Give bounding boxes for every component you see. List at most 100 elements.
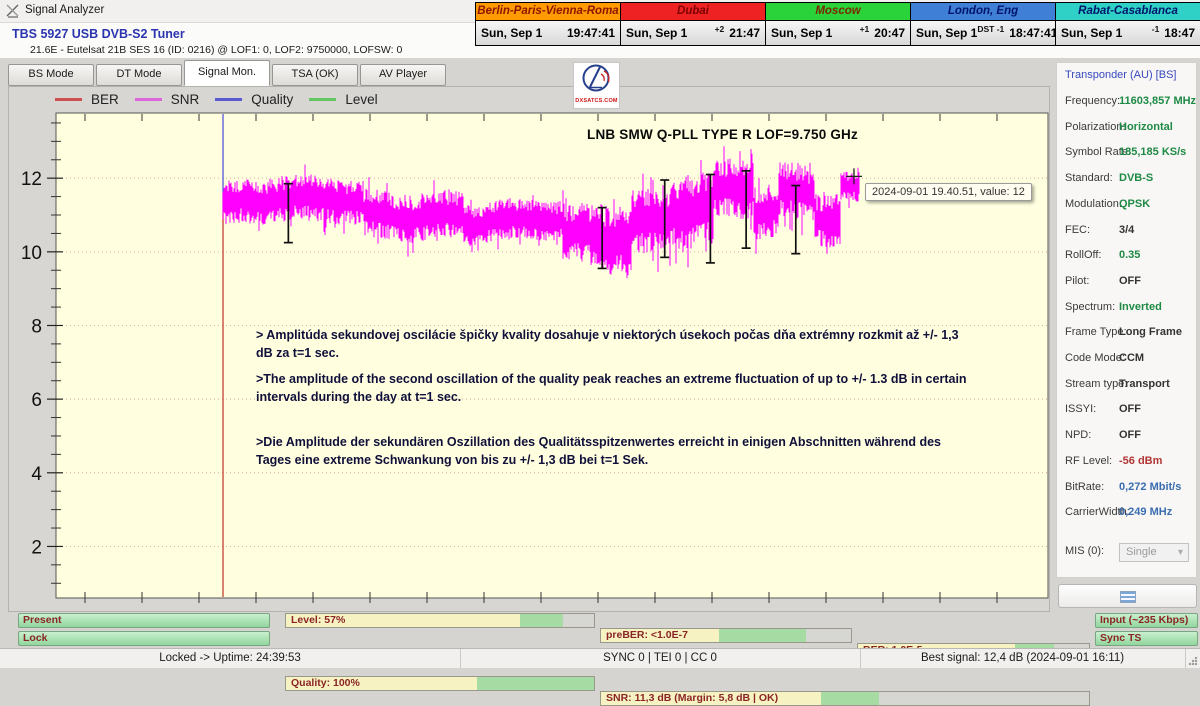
satellite-dish-icon bbox=[579, 63, 615, 96]
clock-city-label: Berlin-Paris-Vienna-Roma bbox=[476, 3, 620, 21]
status-badge-present: Present bbox=[18, 613, 270, 628]
clock-body: Sun, Sep 1DST -118:47:41 bbox=[911, 21, 1055, 45]
tab-tsa-ok[interactable]: TSA (OK) bbox=[272, 64, 358, 86]
meter-label: preBER: <1.0E-7 bbox=[606, 629, 688, 642]
status-badge-input-235-kbps: Input (~235 Kbps) bbox=[1095, 613, 1198, 628]
svg-text:12: 12 bbox=[21, 169, 42, 190]
meter-label: SNR: 11,3 dB (Margin: 5,8 dB | OK) bbox=[606, 692, 778, 705]
transponder-row-value: Horizontal bbox=[1119, 121, 1173, 133]
mis-value: Single bbox=[1126, 546, 1157, 558]
annotation-german: >Die Amplitude der sekundären Oszillatio… bbox=[256, 434, 970, 470]
transponder-row-label: Frequency: bbox=[1065, 95, 1120, 107]
world-clocks: Berlin-Paris-Vienna-RomaSun, Sep 119:47:… bbox=[475, 2, 1200, 46]
transponder-row-label: RF Level: bbox=[1065, 455, 1112, 467]
meter-segment bbox=[719, 629, 807, 642]
clock-time: 18:47:41 bbox=[1009, 26, 1057, 40]
meter-segment bbox=[806, 629, 851, 642]
meter-segment bbox=[520, 614, 563, 627]
transponder-row-value: Long Frame bbox=[1119, 326, 1182, 338]
meter-preber-1-0e-7: preBER: <1.0E-7 bbox=[600, 628, 852, 643]
ts-capture-button[interactable] bbox=[1058, 584, 1197, 608]
legend-line-swatch bbox=[55, 98, 82, 101]
meter-segment bbox=[879, 692, 1089, 705]
clock-body: Sun, Sep 119:47:41 bbox=[476, 21, 620, 45]
transponder-row-value: 0,272 Mbit/s bbox=[1119, 481, 1181, 493]
legend-line-swatch bbox=[309, 98, 336, 101]
tuner-title: TBS 5927 USB DVB-S2 Tuner bbox=[12, 27, 185, 41]
transponder-row-label: Standard: bbox=[1065, 172, 1113, 184]
clock-utc-offset: +2 bbox=[715, 24, 725, 34]
svg-text:2: 2 bbox=[31, 537, 42, 558]
transponder-row-value: 3/4 bbox=[1119, 224, 1134, 236]
statusbar: Locked -> Uptime: 24:39:53SYNC 0 | TEI 0… bbox=[0, 648, 1200, 668]
app-icon bbox=[6, 4, 20, 18]
transponder-row-value: OFF bbox=[1119, 275, 1141, 287]
transponder-row-value: CCM bbox=[1119, 352, 1144, 364]
status-badge-sync-ts: Sync TS bbox=[1095, 631, 1198, 646]
clock-utc-offset: +1 bbox=[860, 24, 870, 34]
meter-snr-11-3-db-margin-5-8-db-ok: SNR: 11,3 dB (Margin: 5,8 dB | OK) bbox=[600, 691, 1090, 706]
clock-body: Sun, Sep 1 -1 18:47 bbox=[1056, 21, 1200, 45]
statusbar-section: Best signal: 12,4 dB (2024-09-01 16:11) bbox=[860, 649, 1186, 668]
chart-legend: BER SNR Quality Level bbox=[55, 90, 394, 108]
clock-date: Sun, Sep 1 bbox=[626, 26, 687, 40]
window-title: Signal Analyzer bbox=[25, 4, 104, 16]
transponder-row-value: 0.35 bbox=[1119, 249, 1140, 261]
legend-item-quality: Quality bbox=[215, 92, 293, 107]
svg-text:6: 6 bbox=[31, 390, 42, 411]
clock-utc-offset: -1 bbox=[1152, 24, 1160, 34]
clock-body: Sun, Sep 1 +2 21:47 bbox=[621, 21, 765, 45]
legend-label: BER bbox=[91, 92, 119, 107]
clock-berlin-paris-vienna-roma: Berlin-Paris-Vienna-RomaSun, Sep 119:47:… bbox=[476, 3, 621, 45]
value-tooltip: 2024-09-01 19.40.51, value: 12 bbox=[865, 183, 1032, 201]
transponder-row-value: 0,249 MHz bbox=[1119, 506, 1172, 518]
transponder-row-label: Code Mode: bbox=[1065, 352, 1125, 364]
transponder-row-value: OFF bbox=[1119, 403, 1141, 415]
meter-level-57: Level: 57% bbox=[285, 613, 595, 628]
clock-date: Sun, Sep 1 bbox=[1061, 26, 1122, 40]
legend-line-swatch bbox=[135, 98, 162, 101]
clock-rabat-casablanca: Rabat-Casablanca Sun, Sep 1 -1 18:47 bbox=[1056, 3, 1200, 45]
transponder-row-value: Inverted bbox=[1119, 301, 1162, 313]
mis-dropdown[interactable]: Single ▾ bbox=[1119, 543, 1189, 562]
clock-city-label: Rabat-Casablanca bbox=[1056, 3, 1200, 21]
transponder-row-label: Frame Type: bbox=[1065, 326, 1127, 338]
signal-chart-panel: BERSNRQualityLevel 24681012 LNB SMW Q-PL… bbox=[8, 86, 1050, 612]
clock-date: Sun, Sep 1 bbox=[916, 26, 977, 40]
dxsatcs-logo: DXSATCS.COM bbox=[573, 62, 620, 109]
tab-dt-mode[interactable]: DT Mode bbox=[96, 64, 182, 86]
clock-date: Sun, Sep 1 bbox=[771, 26, 832, 40]
tab-bs-mode[interactable]: BS Mode bbox=[8, 64, 94, 86]
transponder-row-label: Spectrum: bbox=[1065, 301, 1115, 313]
tab-signal-mon[interactable]: Signal Mon. bbox=[184, 60, 270, 86]
resize-grip-icon[interactable] bbox=[1188, 656, 1198, 666]
transponder-row-value: 185,185 KS/s bbox=[1119, 146, 1186, 158]
legend-line-swatch bbox=[215, 98, 242, 101]
legend-label: Level bbox=[345, 92, 377, 107]
clock-dubai: DubaiSun, Sep 1+221:47 bbox=[621, 3, 766, 45]
meter-quality-100: Quality: 100% bbox=[285, 676, 595, 691]
clock-city-label: London, Eng bbox=[911, 3, 1055, 21]
transponder-row-label: BitRate: bbox=[1065, 481, 1104, 493]
transponder-row-label: RollOff: bbox=[1065, 249, 1101, 261]
legend-item-snr: SNR bbox=[135, 92, 200, 107]
transponder-row-label: Polarization: bbox=[1065, 121, 1126, 133]
meter-segment bbox=[563, 614, 594, 627]
transponder-row-value: Transport bbox=[1119, 378, 1170, 390]
meter-segment bbox=[477, 677, 594, 690]
clock-time: 21:47 bbox=[729, 26, 760, 40]
ts-data-icon bbox=[1120, 591, 1136, 603]
transponder-title: Transponder (AU) [BS] bbox=[1065, 69, 1176, 81]
legend-item-level: Level bbox=[309, 92, 377, 107]
transponder-row-label: Pilot: bbox=[1065, 275, 1089, 287]
svg-text:4: 4 bbox=[31, 464, 42, 485]
clock-moscow: MoscowSun, Sep 1+120:47 bbox=[766, 3, 911, 45]
clock-date: Sun, Sep 1 bbox=[481, 26, 542, 40]
tab-av-player[interactable]: AV Player bbox=[360, 64, 446, 86]
meter-label: Level: 57% bbox=[291, 614, 345, 627]
transponder-row-value: OFF bbox=[1119, 429, 1141, 441]
clock-time: 18:47 bbox=[1164, 26, 1195, 40]
lnb-annotation: LNB SMW Q-PLL TYPE R LOF=9.750 GHz bbox=[587, 127, 858, 142]
meter-segment bbox=[821, 692, 880, 705]
transponder-row-value: -56 dBm bbox=[1119, 455, 1162, 467]
